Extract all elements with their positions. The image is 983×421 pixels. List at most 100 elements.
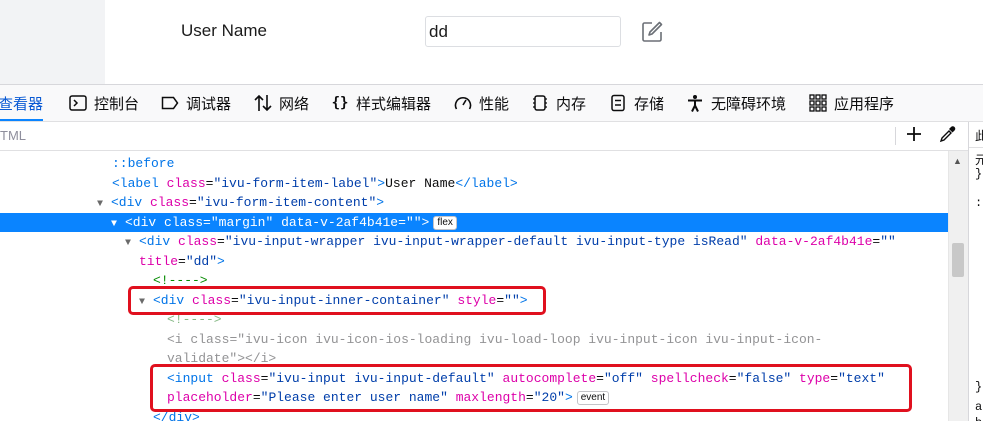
tab-label: 查看器 [0,93,43,114]
attr-name: class [178,234,217,249]
tab-network[interactable]: 网络 [253,85,309,121]
markup-line[interactable]: <!----> [0,271,948,291]
rules-side-panel: 此 元 } : } a b [968,122,983,421]
storage-icon [608,93,628,113]
side-panel-text: } [975,167,982,181]
add-node-button[interactable] [901,124,927,148]
tab-label: 样式编辑器 [356,93,431,114]
attr-value: "" [880,234,896,249]
markup-line[interactable]: ▼<div class="ivu-form-item-content"> [0,193,948,213]
tab-label: 存储 [634,93,664,114]
markup-line[interactable]: </div> [0,408,948,421]
attr-name: class [190,332,229,347]
attr-value: "ivu-input-inner-container" [239,293,450,308]
tab-label: 网络 [279,93,309,114]
markup-line[interactable]: <input class="ivu-input ivu-input-defaul… [0,369,948,389]
tab-debugger[interactable]: 调试器 [160,85,231,121]
attr-value: "" [504,293,520,308]
side-panel-text: b [975,416,982,421]
attr-name: maxlength [456,390,526,405]
tab-label: 无障碍环境 [711,93,786,114]
search-html-input[interactable]: TML [0,128,26,143]
tab-label: 应用程序 [834,93,894,114]
event-badge[interactable]: event [577,391,609,405]
attr-name: spellcheck [651,371,729,386]
tab-label: 内存 [556,93,586,114]
attr-name: type [799,371,830,386]
markup-line[interactable]: <i class="ivu-icon ivu-icon-ios-loading … [0,330,948,350]
performance-icon [453,93,473,113]
tab-inspector[interactable]: 查看器 [0,85,43,121]
html-search-bar: TML [0,122,970,151]
markup-line-continuation: title="dd"> [0,252,948,272]
devtools-panel: 查看器 控制台 调试器 网络 {} 样式编辑器 [0,84,983,421]
user-name-label: User Name [181,21,267,41]
network-icon [253,93,273,113]
markup-line[interactable]: ::before [0,154,948,174]
user-name-input[interactable] [425,16,621,47]
attr-value: validate" [167,351,237,366]
tab-performance[interactable]: 性能 [453,85,509,121]
side-panel-text: } [975,380,982,394]
tab-accessibility[interactable]: 无障碍环境 [685,85,786,121]
attr-value: "Please enter user name" [261,390,448,405]
page-side-strip [0,0,105,84]
attr-name: title [139,254,178,269]
flex-badge[interactable]: flex [433,216,457,230]
attr-name: class [222,371,261,386]
attr-value: "ivu-input-wrapper ivu-input-wrapper-def… [225,234,748,249]
attr-value: "margin" [211,215,273,230]
scroll-up-arrow-icon[interactable]: ▲ [953,156,962,166]
attr-name: class [164,215,203,230]
attr-value: "20" [534,390,565,405]
eyedropper-icon [939,125,957,148]
text-node: User Name [385,176,455,191]
markup-scrollbar[interactable]: ▲ [948,151,969,421]
debugger-icon [160,93,180,113]
application-icon [808,93,828,113]
attr-name: data-v-2af4b41e [755,234,872,249]
tag-open: <label [112,176,159,191]
toolbar-divider [895,127,896,145]
attr-value: "dd" [186,254,217,269]
accessibility-icon [685,93,705,113]
comment-node: <!----> [167,312,222,327]
markup-line[interactable]: <label class="ivu-form-item-label">User … [0,174,948,194]
color-picker-button[interactable] [935,124,961,148]
attr-name: class [192,293,231,308]
side-panel-text: 元 [975,151,983,168]
markup-line-selected[interactable]: ▼<div class="margin" data-v-2af4b41e="">… [0,213,948,233]
markup-line-continuation: placeholder="Please enter user name" max… [0,388,948,408]
attr-value: "ivu-form-item-content" [197,195,376,210]
tab-console[interactable]: 控制台 [68,85,139,121]
attr-value: "ivu-icon ivu-icon-ios-loading ivu-load-… [237,332,822,347]
attr-value: "text" [838,371,885,386]
markup-line[interactable]: ▼<div class="ivu-input-wrapper ivu-input… [0,232,948,252]
markup-line[interactable]: ▼<div class="ivu-input-inner-container" … [0,291,948,311]
edit-icon[interactable] [639,19,665,45]
attr-name: class [167,176,206,191]
style-editor-icon: {} [330,93,350,113]
attr-value: "ivu-form-item-label" [213,176,377,191]
attr-value: "ivu-input ivu-input-default" [268,371,494,386]
side-panel-text: 此 [975,127,983,144]
attr-name: class [150,195,189,210]
attr-value: "off" [604,371,643,386]
tag-close: </label> [455,176,517,191]
tab-label: 调试器 [186,93,231,114]
tab-label: 性能 [479,93,509,114]
attr-name: style [457,293,496,308]
tab-style-editor[interactable]: {} 样式编辑器 [330,85,431,121]
attr-name: data-v-2af4b41e [281,215,398,230]
attr-value: "" [406,215,422,230]
scrollbar-thumb[interactable] [952,243,964,277]
side-panel-text: a [975,400,982,414]
markup-line[interactable]: <!----> [0,310,948,330]
markup-line-continuation: validate"></i> [0,349,948,369]
tab-application[interactable]: 应用程序 [808,85,894,121]
tab-memory[interactable]: 内存 [530,85,586,121]
pseudo-element: ::before [112,156,174,171]
attr-name: placeholder [167,390,253,405]
comment-node: <!----> [153,273,208,288]
tab-storage[interactable]: 存储 [608,85,664,121]
